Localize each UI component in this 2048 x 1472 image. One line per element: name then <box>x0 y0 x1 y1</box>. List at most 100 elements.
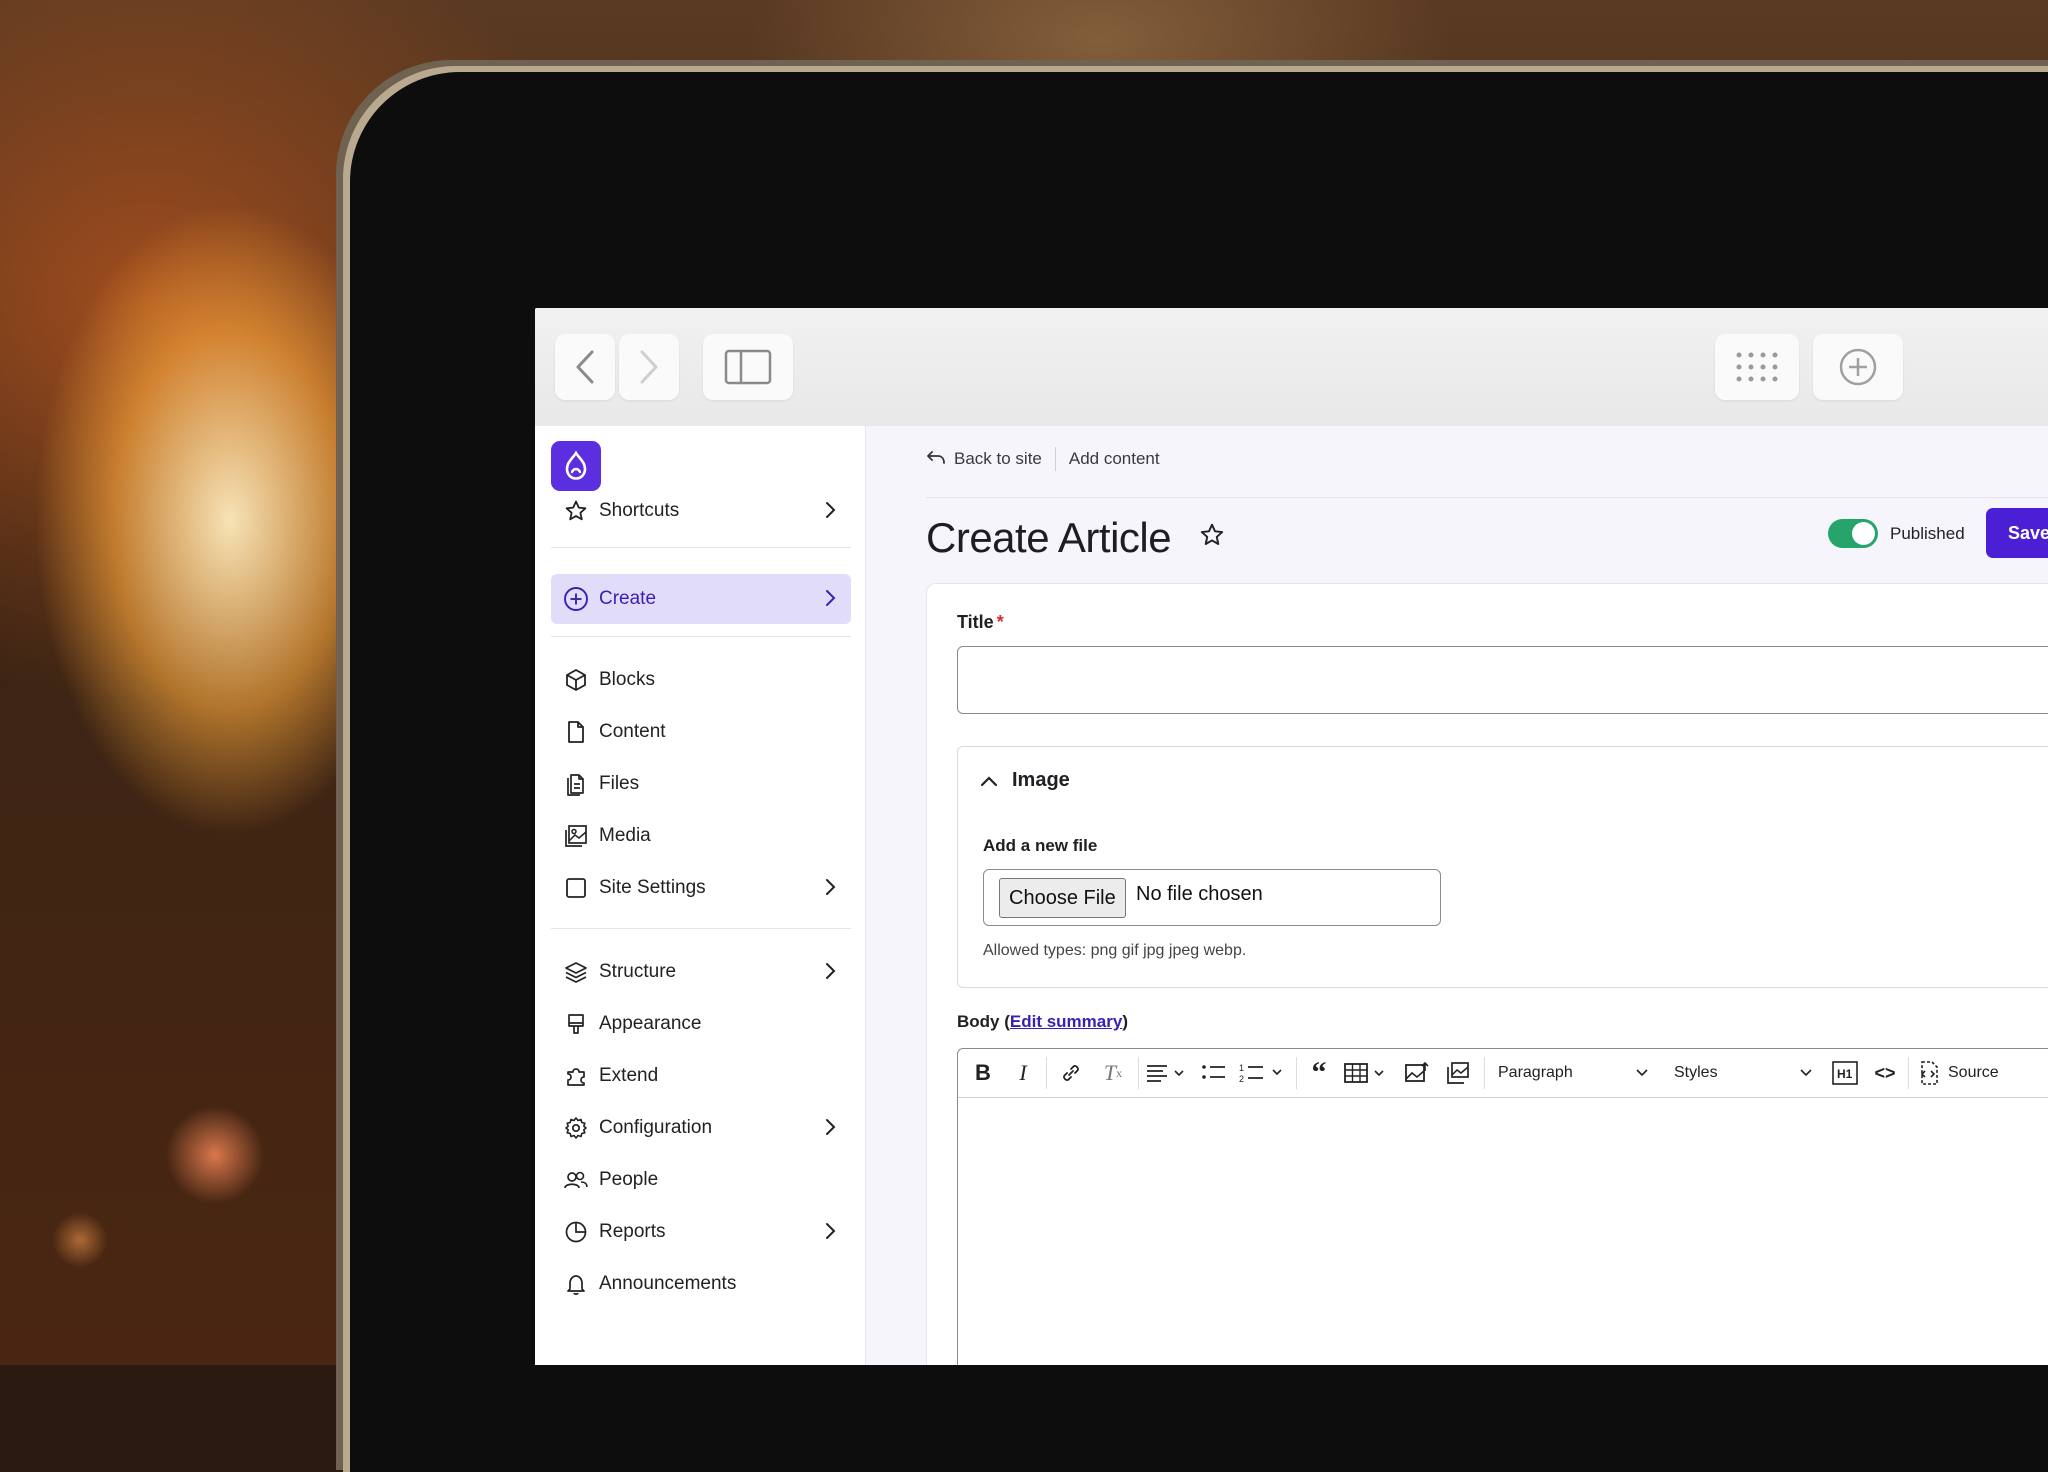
bell-icon <box>563 1271 589 1297</box>
bulleted-list-icon[interactable] <box>1198 1057 1230 1089</box>
sidebar-item-label: Content <box>599 721 666 742</box>
breadcrumb-separator <box>1054 447 1056 471</box>
puzzle-icon <box>563 1063 589 1089</box>
blockquote-icon[interactable]: “ <box>1304 1056 1334 1089</box>
body-label: Body (Edit summary) <box>957 1012 1128 1031</box>
square-icon <box>563 875 589 901</box>
article-form: Title * Image Add a new file Choose File … <box>926 583 2048 1365</box>
insert-image-icon[interactable] <box>1400 1057 1434 1089</box>
breadcrumb-current[interactable]: Add content <box>1069 449 1160 469</box>
table-dropdown-icon[interactable] <box>1342 1057 1392 1089</box>
star-icon[interactable] <box>1199 522 1225 553</box>
sidebar-item-files[interactable]: Files <box>551 759 851 809</box>
chevron-right-icon <box>825 587 837 615</box>
source-label: Source <box>1948 1064 1999 1081</box>
sidebar-item-label: Configuration <box>599 1117 713 1138</box>
people-icon <box>563 1167 589 1193</box>
body-text-area[interactable] <box>958 1098 2048 1365</box>
save-button[interactable]: Save <box>1986 508 2048 558</box>
sidebar-item-label: Structure <box>599 961 677 982</box>
chevron-left-icon <box>576 350 594 384</box>
editor-toolbar: B I Tx 12 “ Paragraph Styles H1 <> Sourc… <box>958 1049 2048 1098</box>
document-icon <box>563 719 589 745</box>
sidebar-toggle-button[interactable] <box>703 334 793 400</box>
title-input[interactable] <box>957 646 2048 714</box>
chevron-right-icon <box>825 499 837 527</box>
italic-icon[interactable]: I <box>1008 1057 1038 1089</box>
sidebar-item-shortcuts[interactable]: Shortcuts <box>551 486 851 536</box>
paragraph-format-label: Paragraph <box>1498 1064 1573 1081</box>
toolbar-separator <box>1484 1057 1485 1089</box>
chevron-right-icon <box>825 876 837 904</box>
sidebar-item-create[interactable]: Create <box>551 574 851 624</box>
body-editor: B I Tx 12 “ Paragraph Styles H1 <> Sourc… <box>957 1048 2048 1365</box>
sidebar-item-label: Shortcuts <box>599 500 680 521</box>
sidebar-item-label: People <box>599 1169 659 1190</box>
drupal-drop-icon <box>565 451 587 480</box>
toolbar-separator <box>1046 1057 1047 1089</box>
styles-dropdown[interactable]: Styles <box>1674 1057 1812 1089</box>
bold-icon[interactable]: B <box>968 1057 998 1089</box>
chevron-right-icon <box>640 350 658 384</box>
sidebar-divider <box>551 636 851 637</box>
align-dropdown-icon[interactable] <box>1144 1057 1190 1089</box>
edit-summary-link[interactable]: Edit summary <box>1010 1012 1122 1031</box>
title-label: Title * <box>957 612 1004 632</box>
source-button[interactable]: Source <box>1916 1057 2016 1089</box>
sidebar-divider <box>551 547 851 548</box>
sidebar-item-extend[interactable]: Extend <box>551 1051 851 1101</box>
toggle-knob <box>1852 522 1875 545</box>
paragraph-format-dropdown[interactable]: Paragraph <box>1498 1057 1648 1089</box>
sidebar-item-blocks[interactable]: Blocks <box>551 655 851 705</box>
code-icon[interactable]: <> <box>1868 1057 1902 1089</box>
numbered-list-dropdown-icon[interactable]: 12 <box>1238 1057 1288 1089</box>
media-library-icon[interactable] <box>1442 1057 1476 1089</box>
sidebar-item-appearance[interactable]: Appearance <box>551 999 851 1049</box>
file-input[interactable]: Choose File No file chosen <box>983 869 1441 926</box>
sidebar-item-structure[interactable]: Structure <box>551 947 851 997</box>
back-button[interactable] <box>555 334 615 400</box>
drupal-logo[interactable] <box>551 441 601 491</box>
sidebar-item-content[interactable]: Content <box>551 707 851 757</box>
choose-file-button[interactable]: Choose File <box>999 878 1126 918</box>
sidebar-item-label: Appearance <box>599 1013 702 1034</box>
plus-circle-icon <box>1839 348 1877 386</box>
svg-text:1: 1 <box>1239 1063 1244 1073</box>
image-icon <box>563 823 589 849</box>
sidebar-item-label: Announcements <box>599 1273 737 1294</box>
files-icon <box>563 771 589 797</box>
heading-icon[interactable]: H1 <box>1828 1057 1862 1089</box>
link-icon[interactable] <box>1054 1057 1088 1089</box>
chevron-down-icon <box>1800 1069 1812 1077</box>
screen: Shortcuts Create Blocks Content Files Me… <box>535 308 2048 1365</box>
no-file-text: No file chosen <box>1136 883 1263 905</box>
remove-format-icon[interactable]: Tx <box>1096 1057 1130 1089</box>
published-toggle[interactable] <box>1828 519 1878 548</box>
sidebar-item-media[interactable]: Media <box>551 811 851 861</box>
sidebar-item-label: Blocks <box>599 669 655 690</box>
browser-toolbar <box>535 308 2048 427</box>
add-file-label: Add a new file <box>983 836 1098 855</box>
image-section-title: Image <box>1012 769 1070 791</box>
tab-overview-button[interactable] <box>1715 334 1799 400</box>
image-section-header[interactable]: Image <box>980 769 1070 792</box>
toolbar-separator <box>1296 1057 1297 1089</box>
styles-label: Styles <box>1674 1064 1718 1081</box>
forward-button[interactable] <box>619 334 679 400</box>
chevron-right-icon <box>825 1220 837 1248</box>
gear-icon <box>563 1115 589 1141</box>
sidebar-item-label: Site Settings <box>599 877 706 898</box>
pie-chart-icon <box>563 1219 589 1245</box>
source-icon <box>1920 1061 1938 1085</box>
sidebar-item-label: Create <box>599 588 657 609</box>
published-label: Published <box>1890 524 1965 543</box>
sidebar-item-configuration[interactable]: Configuration <box>551 1103 851 1153</box>
sidebar-item-people[interactable]: People <box>551 1155 851 1205</box>
chevron-down-icon <box>1636 1069 1648 1077</box>
back-to-site-link[interactable]: Back to site <box>954 449 1042 469</box>
chevron-up-icon <box>980 775 998 786</box>
sidebar-item-site-settings[interactable]: Site Settings <box>551 863 851 913</box>
sidebar-item-reports[interactable]: Reports <box>551 1207 851 1257</box>
sidebar-item-announcements[interactable]: Announcements <box>551 1259 851 1309</box>
new-tab-button[interactable] <box>1813 334 1903 400</box>
